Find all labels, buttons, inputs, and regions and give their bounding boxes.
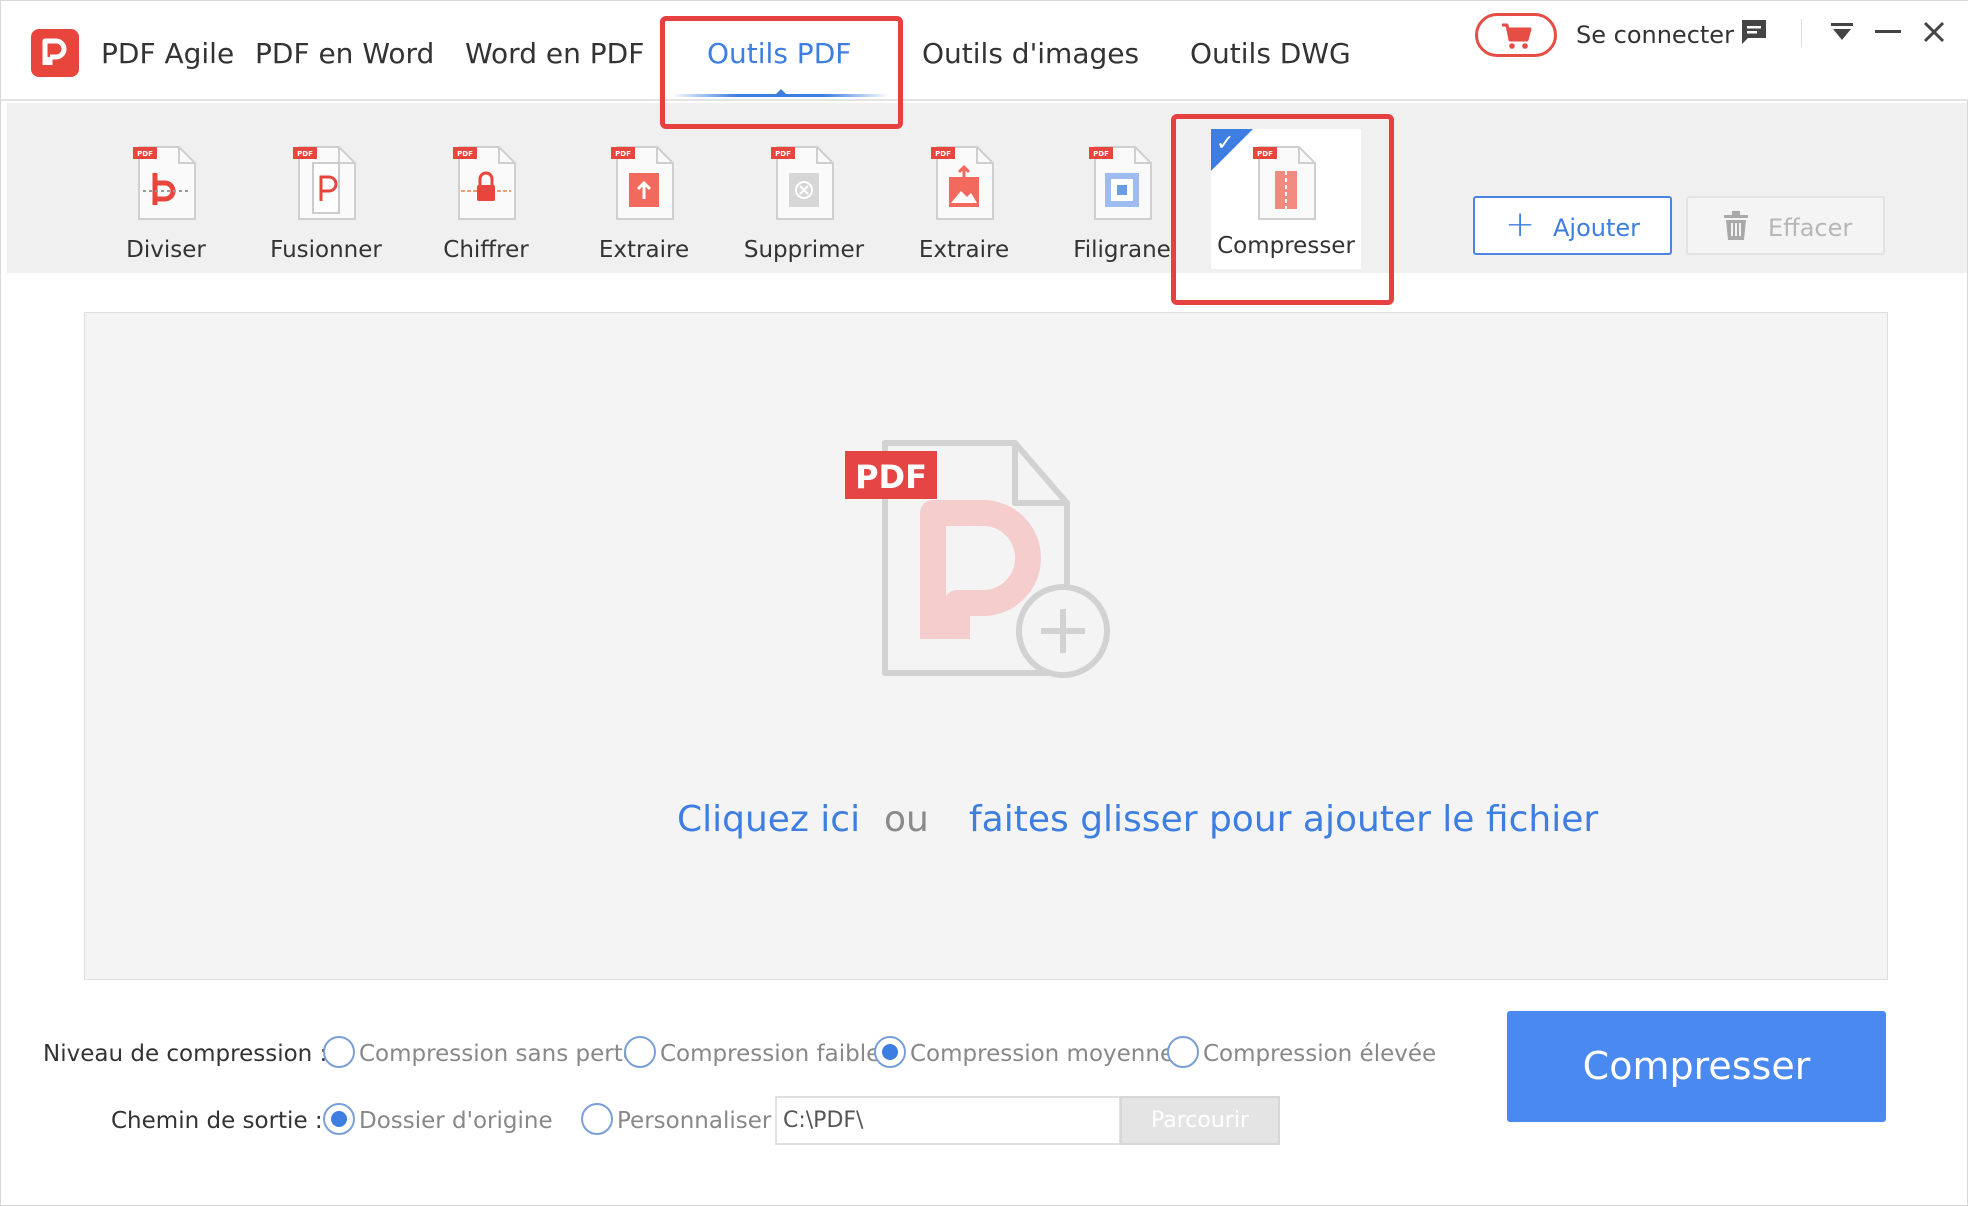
svg-text:PDF: PDF [615, 150, 631, 158]
compression-radio-3[interactable] [1167, 1036, 1199, 1068]
svg-text:PDF: PDF [935, 150, 951, 158]
tool-fusionner-button[interactable]: PDF Fusionner [251, 133, 401, 268]
title-divider [1801, 19, 1802, 47]
tab-word-en-pdf[interactable]: Word en PDF [465, 37, 644, 70]
cart-icon [1502, 23, 1532, 49]
tool-compresser-button[interactable]: ✓ PDF Compresser [1211, 129, 1361, 269]
add-file-label: Ajouter [1553, 214, 1641, 242]
extract-pages-icon: PDF [611, 146, 674, 220]
tool-label: Extraire [918, 237, 1010, 263]
compression-radio-2[interactable] [874, 1036, 906, 1068]
delete-pages-icon: PDF [771, 146, 834, 220]
split-pdf-icon: PDF [133, 146, 196, 220]
tool-label: Filigrane [1073, 237, 1171, 263]
extract-images-icon: PDF [931, 146, 994, 220]
tool-label: Compresser [1217, 233, 1355, 259]
output-path-label: Chemin de sortie : [111, 1108, 323, 1134]
minimize-icon[interactable] [1875, 29, 1901, 35]
tool-extraire-button[interactable]: PDF Extraire [569, 133, 719, 268]
svg-text:PDF: PDF [775, 150, 791, 158]
browse-button[interactable]: Parcourir [1120, 1096, 1280, 1145]
tab-outils-dwg[interactable]: Outils DWG [1190, 37, 1351, 70]
trash-icon [1724, 211, 1748, 240]
feedback-icon[interactable] [1739, 17, 1769, 47]
tool-diviser-button[interactable]: PDF Diviser [91, 133, 241, 268]
svg-text:PDF: PDF [1257, 150, 1273, 158]
active-tab-caret [774, 89, 788, 96]
tool-chiffrer-button[interactable]: PDF Chiffrer [411, 133, 561, 268]
output-radio-1[interactable] [581, 1103, 613, 1135]
output-radio-0[interactable] [323, 1103, 355, 1135]
tab-pdf-en-word[interactable]: PDF en Word [255, 37, 434, 70]
tool-label: Supprimer [743, 237, 865, 263]
output-option-label[interactable]: Dossier d'origine [359, 1108, 553, 1134]
clear-button[interactable]: Effacer [1686, 196, 1885, 255]
or-text: ou [884, 799, 929, 840]
compression-option-label[interactable]: Compression sans perte [359, 1041, 637, 1067]
pdf-badge: PDF [855, 458, 927, 496]
close-icon[interactable] [1923, 21, 1945, 43]
compress-button[interactable]: Compresser [1507, 1011, 1886, 1122]
clear-label: Effacer [1768, 214, 1853, 242]
compression-level-label: Niveau de compression : [43, 1041, 328, 1067]
add-pdf-illustration-icon: PDF [845, 440, 1110, 678]
click-here-link[interactable]: Cliquez ici [677, 799, 860, 840]
dropdown-menu-icon[interactable] [1829, 21, 1855, 43]
tool-supprimer-button[interactable]: PDF Supprimer [729, 133, 879, 268]
tool-label: Fusionner [270, 237, 382, 263]
title-bar: PDF Agile PDF en Word Word en PDF Outils… [1, 1, 1968, 101]
merge-pdf-icon: PDF [293, 146, 356, 220]
tab-outils-pdf[interactable]: Outils PDF [707, 37, 851, 70]
app-name-tab[interactable]: PDF Agile [101, 37, 234, 70]
output-path-input[interactable] [775, 1096, 1121, 1145]
file-drop-zone[interactable]: PDF Cliquez ici ou faites glisser pour a… [84, 312, 1888, 980]
add-file-button[interactable]: + Ajouter [1473, 196, 1672, 255]
svg-text:PDF: PDF [1093, 150, 1109, 158]
tool-filigrane-button[interactable]: PDF Filigrane [1047, 133, 1197, 268]
login-link[interactable]: Se connecter [1576, 21, 1734, 49]
compression-option-label[interactable]: Compression faible [660, 1041, 880, 1067]
compress-pdf-icon: PDF [1253, 146, 1316, 220]
app-window: PDF Agile PDF en Word Word en PDF Outils… [0, 0, 1968, 1206]
tab-outils-images[interactable]: Outils d'images [922, 37, 1139, 70]
plus-icon: + [1505, 204, 1536, 245]
svg-text:PDF: PDF [457, 150, 473, 158]
svg-text:PDF: PDF [137, 150, 153, 158]
tool-label: Extraire [598, 237, 690, 263]
compression-option-label[interactable]: Compression élevée [1203, 1041, 1436, 1067]
app-logo-icon [31, 29, 79, 77]
compression-radio-1[interactable] [624, 1036, 656, 1068]
tool-label: Diviser [126, 237, 206, 263]
output-option-label[interactable]: Personnaliser [617, 1108, 771, 1134]
encrypt-pdf-icon: PDF [453, 146, 516, 220]
compression-option-label[interactable]: Compression moyenne [910, 1041, 1174, 1067]
tool-label: Chiffrer [443, 237, 529, 263]
compression-radio-0[interactable] [323, 1036, 355, 1068]
svg-text:PDF: PDF [297, 150, 313, 158]
watermark-icon: PDF [1089, 146, 1152, 220]
check-icon: ✓ [1216, 131, 1235, 156]
tool-extraire-button[interactable]: PDF Extraire [889, 133, 1039, 268]
drag-drop-link[interactable]: faites glisser pour ajouter le fichier [969, 799, 1598, 840]
cart-button[interactable] [1475, 13, 1557, 57]
